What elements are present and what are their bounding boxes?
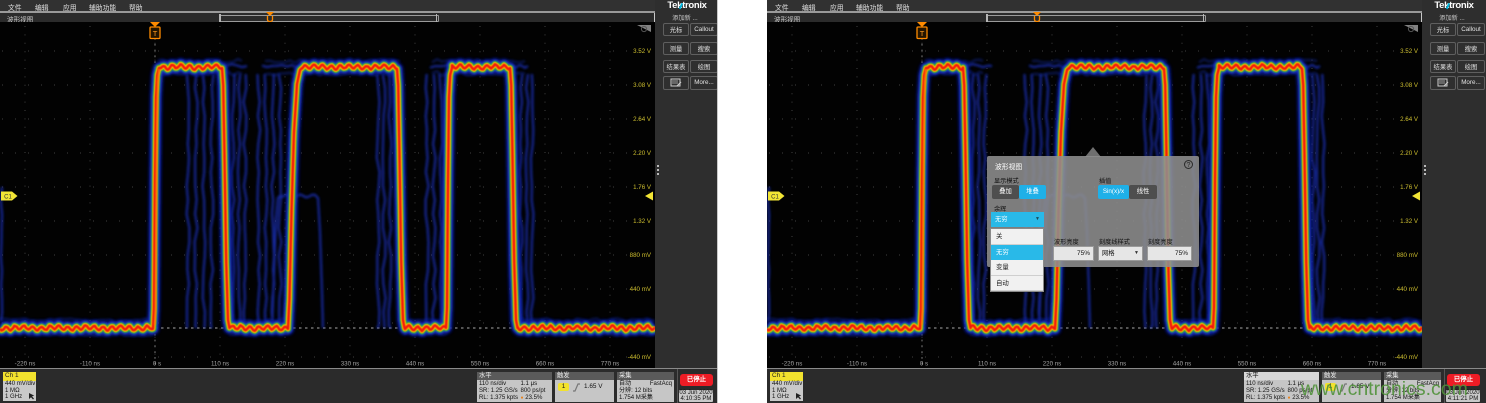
svg-text:1.76 V: 1.76 V: [633, 184, 652, 191]
svg-text:-440 mV: -440 mV: [628, 354, 652, 361]
svg-text:2.64 V: 2.64 V: [633, 116, 652, 123]
svg-text:880 mV: 880 mV: [630, 252, 652, 259]
svg-text:660 ns: 660 ns: [536, 361, 555, 368]
svg-text:440 mV: 440 mV: [630, 286, 652, 293]
svg-text:440 ns: 440 ns: [406, 361, 425, 368]
svg-text:1.32 V: 1.32 V: [633, 218, 652, 225]
svg-text:T: T: [920, 29, 925, 38]
svg-text:-220 ns: -220 ns: [15, 361, 36, 368]
svg-text:-440 mV: -440 mV: [1395, 354, 1419, 361]
svg-text:1.32 V: 1.32 V: [1400, 218, 1419, 225]
svg-text:770 ns: 770 ns: [1368, 361, 1387, 368]
svg-text:770 ns: 770 ns: [601, 361, 620, 368]
svg-text:-110 ns: -110 ns: [847, 361, 867, 368]
svg-text:3.52 V: 3.52 V: [1400, 48, 1419, 55]
svg-text:-220 ns: -220 ns: [782, 361, 803, 368]
svg-text:220 ns: 220 ns: [1043, 361, 1062, 368]
svg-text:330 ns: 330 ns: [341, 361, 360, 368]
svg-text:2.20 V: 2.20 V: [633, 150, 652, 157]
svg-text:C1: C1: [771, 195, 779, 201]
svg-text:3.08 V: 3.08 V: [633, 82, 652, 89]
svg-text:880 mV: 880 mV: [1397, 252, 1419, 259]
svg-text:-110 ns: -110 ns: [80, 361, 100, 368]
svg-text:330 ns: 330 ns: [1108, 361, 1127, 368]
svg-text:T: T: [153, 29, 158, 38]
svg-text:2.20 V: 2.20 V: [1400, 150, 1419, 157]
svg-text:C1: C1: [4, 195, 12, 201]
svg-text:1.76 V: 1.76 V: [1400, 184, 1419, 191]
svg-text:440 ns: 440 ns: [1173, 361, 1192, 368]
svg-text:0 s: 0 s: [153, 361, 161, 368]
svg-text:3.52 V: 3.52 V: [633, 48, 652, 55]
svg-text:110 ns: 110 ns: [211, 361, 229, 368]
svg-text:550 ns: 550 ns: [1238, 361, 1257, 368]
svg-text:110 ns: 110 ns: [978, 361, 996, 368]
svg-text:220 ns: 220 ns: [276, 361, 295, 368]
svg-text:660 ns: 660 ns: [1303, 361, 1322, 368]
svg-text:440 mV: 440 mV: [1397, 286, 1419, 293]
svg-text:2.64 V: 2.64 V: [1400, 116, 1419, 123]
svg-text:550 ns: 550 ns: [471, 361, 490, 368]
svg-text:0 s: 0 s: [920, 361, 928, 368]
svg-text:3.08 V: 3.08 V: [1400, 82, 1419, 89]
